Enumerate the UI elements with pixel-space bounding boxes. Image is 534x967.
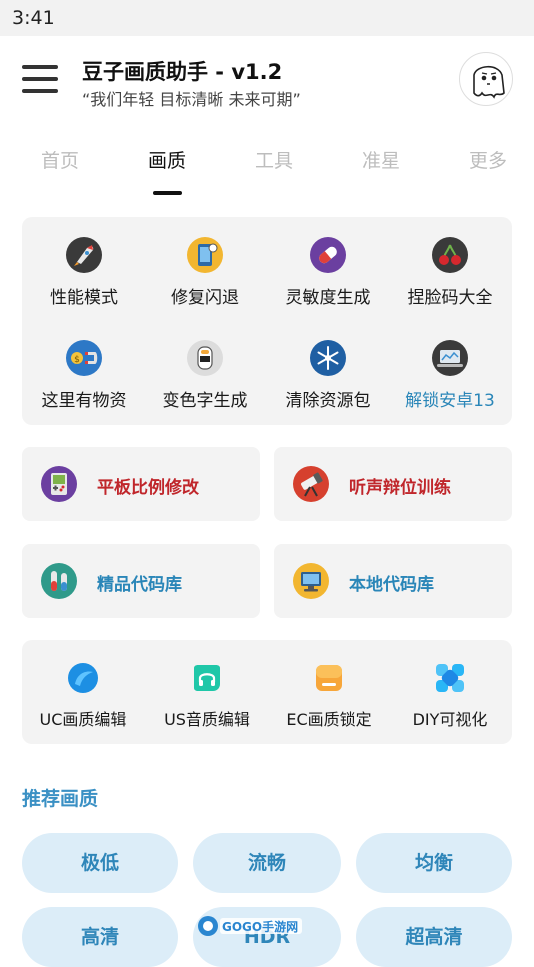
test-tube-icon bbox=[41, 563, 77, 599]
quality-option-hd[interactable]: 高清 bbox=[22, 907, 178, 967]
cherry-icon bbox=[432, 237, 468, 273]
feature-fix-crash[interactable]: 修复闪退 bbox=[145, 236, 265, 308]
tab-home[interactable]: 首页 bbox=[20, 146, 100, 173]
rocket-icon bbox=[66, 237, 102, 273]
feature-label: 修复闪退 bbox=[171, 288, 239, 308]
diy-visualizer[interactable]: DIY可视化 bbox=[386, 662, 514, 730]
tool-label: EC画质锁定 bbox=[286, 710, 372, 729]
feature-label: 变色字生成 bbox=[162, 391, 248, 411]
feature-color-text[interactable]: 变色字生成 bbox=[145, 339, 265, 411]
tool-label: UC画质编辑 bbox=[39, 710, 127, 729]
tool-label: US音质编辑 bbox=[164, 710, 250, 729]
tablet-ratio-card[interactable]: 平板比例修改 bbox=[22, 447, 260, 521]
card-label: 本地代码库 bbox=[349, 575, 434, 595]
pill-icon bbox=[310, 237, 346, 273]
quality-option-lowest[interactable]: 极低 bbox=[22, 833, 178, 893]
hamburger-menu-icon[interactable] bbox=[22, 63, 58, 95]
watermark-text: GOGO手游网 bbox=[222, 919, 298, 934]
ec-quality-lock[interactable]: EC画质锁定 bbox=[265, 662, 393, 730]
sound-training-card[interactable]: 听声辩位训练 bbox=[274, 447, 512, 521]
feature-label: 捏脸码大全 bbox=[407, 288, 493, 308]
quality-option-smooth[interactable]: 流畅 bbox=[193, 833, 341, 893]
feature-label: 这里有物资 bbox=[41, 391, 127, 411]
tab-quality[interactable]: 画质 bbox=[127, 146, 207, 173]
ec-icon bbox=[316, 665, 342, 691]
app-header: 豆子画质助手 - v1.2 “我们年轻 目标清晰 未来可期” bbox=[0, 36, 534, 126]
feature-supplies[interactable]: $ 这里有物资 bbox=[24, 339, 144, 411]
card-label: 听声辩位训练 bbox=[349, 478, 451, 498]
svg-text:$: $ bbox=[74, 355, 80, 365]
card-label: 平板比例修改 bbox=[97, 478, 199, 498]
app-title: 豆子画质助手 - v1.2 bbox=[82, 60, 283, 84]
gameboy-icon bbox=[41, 466, 77, 502]
tab-bar: 首页 画质 工具 准星 更多 bbox=[0, 140, 534, 200]
us-audio-editor[interactable]: US音质编辑 bbox=[143, 662, 271, 730]
feature-label: 解锁安卓13 bbox=[405, 391, 495, 411]
laptop-icon bbox=[432, 340, 468, 376]
gogo-logo-icon: GOGO手游网 bbox=[198, 916, 302, 936]
money-magnet-icon: $ bbox=[66, 340, 102, 376]
card-label: 精品代码库 bbox=[97, 575, 182, 595]
feature-label: 性能模式 bbox=[50, 288, 118, 308]
tab-crosshair[interactable]: 准星 bbox=[341, 146, 421, 173]
uc-quality-editor[interactable]: UC画质编辑 bbox=[19, 662, 147, 730]
active-tab-indicator bbox=[153, 191, 182, 195]
phone-repair-icon bbox=[187, 237, 223, 273]
avatar[interactable] bbox=[459, 52, 513, 106]
telescope-icon bbox=[293, 466, 329, 502]
tab-more[interactable]: 更多 bbox=[448, 146, 528, 173]
local-code-library-card[interactable]: 本地代码库 bbox=[274, 544, 512, 618]
tools-panel: UC画质编辑 US音质编辑 EC画质锁定 DIY可视化 bbox=[22, 640, 512, 744]
diy-icon bbox=[436, 664, 464, 692]
status-bar: 3:41 bbox=[0, 0, 534, 36]
quality-option-ultra-hd[interactable]: 超高清 bbox=[356, 907, 512, 967]
feature-sensitivity-generator[interactable]: 灵敏度生成 bbox=[268, 236, 388, 308]
color-text-icon bbox=[187, 340, 223, 376]
uc-icon bbox=[68, 663, 98, 693]
feature-face-codes[interactable]: 捏脸码大全 bbox=[390, 236, 510, 308]
feature-unlock-android13[interactable]: 解锁安卓13 bbox=[390, 339, 510, 411]
tab-tools[interactable]: 工具 bbox=[234, 146, 314, 173]
snowflake-icon bbox=[310, 340, 346, 376]
tool-label: DIY可视化 bbox=[412, 710, 488, 729]
feature-grid: 性能模式 修复闪退 灵敏度生成 捏脸码大全 $ 这里有物资 变色字生成 清除资源… bbox=[22, 217, 512, 425]
status-time: 3:41 bbox=[12, 7, 55, 29]
feature-label: 灵敏度生成 bbox=[285, 288, 371, 308]
headphones-icon bbox=[194, 665, 220, 691]
feature-label: 清除资源包 bbox=[285, 391, 371, 411]
computer-icon bbox=[293, 563, 329, 599]
section-title-recommended: 推荐画质 bbox=[22, 788, 99, 810]
cartoon-face-icon bbox=[473, 65, 505, 99]
quality-option-balanced[interactable]: 均衡 bbox=[356, 833, 512, 893]
feature-clear-resources[interactable]: 清除资源包 bbox=[268, 339, 388, 411]
app-subtitle: “我们年轻 目标清晰 未来可期” bbox=[82, 90, 301, 109]
site-watermark: GOGO手游网 bbox=[196, 914, 306, 948]
premium-code-library-card[interactable]: 精品代码库 bbox=[22, 544, 260, 618]
feature-performance-mode[interactable]: 性能模式 bbox=[24, 236, 144, 308]
